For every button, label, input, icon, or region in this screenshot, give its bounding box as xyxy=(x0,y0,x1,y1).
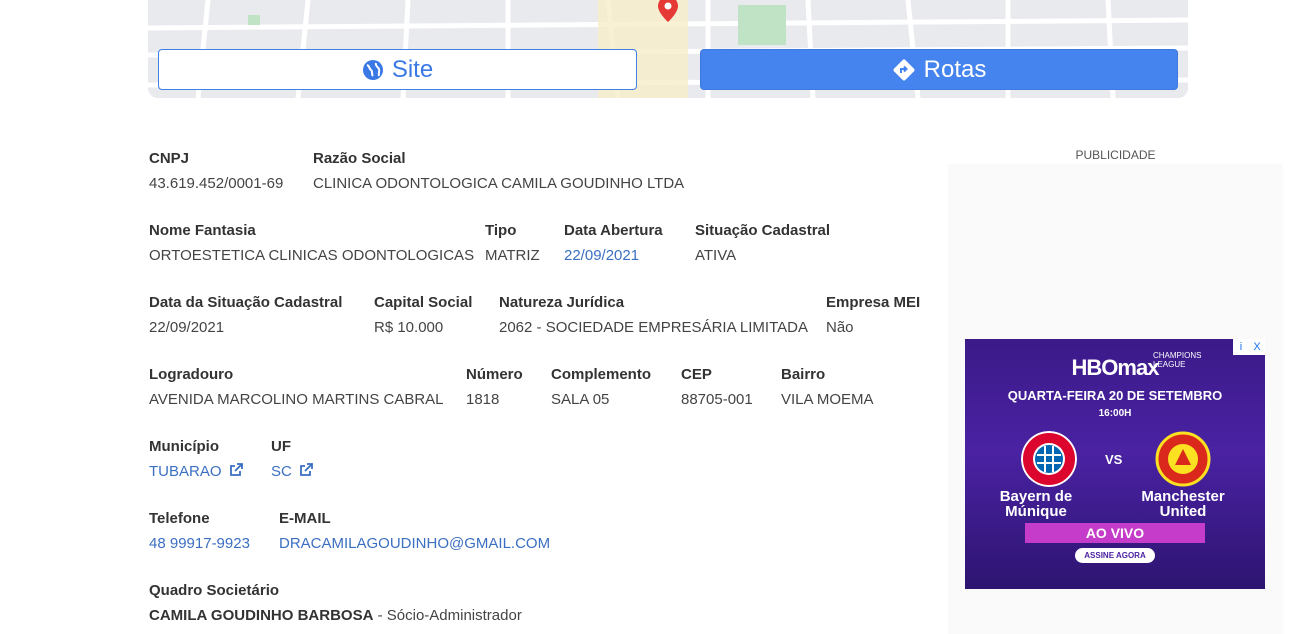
logradouro-field: Logradouro AVENIDA MARCOLINO MARTINS CAB… xyxy=(149,366,444,408)
email-link[interactable]: DRACAMILAGOUDINHO@GMAIL.COM xyxy=(279,535,550,552)
uf-value: SC xyxy=(271,463,292,480)
email-field: E-MAIL DRACAMILAGOUDINHO@GMAIL.COM xyxy=(279,510,550,552)
data-situacao-value: 22/09/2021 xyxy=(149,319,225,336)
capital-social-label: Capital Social xyxy=(374,294,473,311)
nome-fantasia-field: Nome Fantasia ORTOESTETICA CLINICAS ODON… xyxy=(149,222,474,264)
socio-entry: CAMILA GOUDINHO BARBOSA - Sócio-Administ… xyxy=(149,607,522,624)
natureza-juridica-label: Natureza Jurídica xyxy=(499,294,625,311)
uf-field: UF SC xyxy=(271,438,313,480)
razao-social-value: CLINICA ODONTOLOGICA CAMILA GOUDINHO LTD… xyxy=(313,175,685,192)
tipo-field: Tipo MATRIZ xyxy=(485,222,540,264)
empresa-mei-label: Empresa MEI xyxy=(826,294,921,311)
rotas-button-label: Rotas xyxy=(923,55,987,83)
site-button-label: Site xyxy=(391,55,434,83)
directions-icon xyxy=(893,59,915,80)
numero-label: Número xyxy=(466,366,523,383)
bairro-value: VILA MOEMA xyxy=(781,391,874,408)
cep-label: CEP xyxy=(681,366,712,383)
complemento-label: Complemento xyxy=(551,366,652,383)
tipo-value: MATRIZ xyxy=(485,247,540,264)
socio-name: CAMILA GOUDINHO BARBOSA xyxy=(149,607,374,624)
champions-league-logo: CHAMPIONS LEAGUE xyxy=(1153,351,1202,369)
bairro-field: Bairro VILA MOEMA xyxy=(781,366,874,408)
natureza-juridica-field: Natureza Jurídica 2062 - SOCIEDADE EMPRE… xyxy=(499,294,808,336)
ad-close-icon[interactable]: X xyxy=(1249,339,1265,355)
tipo-label: Tipo xyxy=(485,222,517,239)
quadro-societario-field: Quadro Societário CAMILA GOUDINHO BARBOS… xyxy=(149,582,522,624)
capital-social-value: R$ 10.000 xyxy=(374,319,444,336)
nome-fantasia-value: ORTOESTETICA CLINICAS ODONTOLOGICAS xyxy=(149,247,475,264)
ad-banner[interactable]: i X HBOmax CHAMPIONS LEAGUE QUARTA-FEIRA… xyxy=(965,339,1265,589)
ad-choices[interactable]: i X xyxy=(1233,339,1265,355)
ad-team2: Manchester United xyxy=(1141,488,1225,520)
situacao-cadastral-label: Situação Cadastral xyxy=(695,222,831,239)
complemento-field: Complemento SALA 05 xyxy=(551,366,651,408)
cep-field: CEP 88705-001 xyxy=(681,366,753,408)
ad-team1: Bayern de Múnique xyxy=(999,488,1073,520)
ad-brand: HBOmax xyxy=(1071,355,1160,380)
ad-date: QUARTA-FEIRA 20 DE SETEMBRO xyxy=(1007,388,1223,403)
municipio-value: TUBARAO xyxy=(149,463,222,480)
data-abertura-label: Data Abertura xyxy=(564,222,663,239)
situacao-cadastral-value: ATIVA xyxy=(695,247,737,264)
municipio-label: Município xyxy=(149,438,219,455)
external-link-icon xyxy=(229,463,243,476)
numero-value: 1818 xyxy=(466,391,500,408)
data-situacao-field: Data da Situação Cadastral 22/09/2021 xyxy=(149,294,342,336)
telefone-field: Telefone 48 99917-9923 xyxy=(149,510,250,552)
nome-fantasia-label: Nome Fantasia xyxy=(149,222,256,239)
external-link-icon xyxy=(299,463,313,476)
municipio-link[interactable]: TUBARAO xyxy=(149,463,243,480)
quadro-societario-label: Quadro Societário xyxy=(149,582,280,599)
complemento-value: SALA 05 xyxy=(551,391,610,408)
cnpj-value: 43.619.452/0001-69 xyxy=(149,175,284,192)
site-button[interactable]: Site xyxy=(158,49,637,90)
cep-value: 88705-001 xyxy=(681,391,753,408)
data-situacao-label: Data da Situação Cadastral xyxy=(149,294,343,311)
logradouro-label: Logradouro xyxy=(149,366,234,383)
natureza-juridica-value: 2062 - SOCIEDADE EMPRESÁRIA LIMITADA xyxy=(499,319,808,336)
publicidade-label: PUBLICIDADE xyxy=(1075,148,1156,162)
data-abertura-link[interactable]: 22/09/2021 xyxy=(564,247,663,264)
telefone-link[interactable]: 48 99917-9923 xyxy=(149,535,250,552)
data-abertura-field: Data Abertura 22/09/2021 xyxy=(564,222,663,264)
globe-icon xyxy=(362,59,383,80)
numero-field: Número 1818 xyxy=(466,366,523,408)
bayern-crest-icon xyxy=(1021,431,1077,487)
capital-social-field: Capital Social R$ 10.000 xyxy=(374,294,472,336)
razao-social-label: Razão Social xyxy=(313,150,406,167)
rotas-button[interactable]: Rotas xyxy=(700,49,1178,90)
uf-link[interactable]: SC xyxy=(271,463,313,480)
ad-info-icon[interactable]: i xyxy=(1233,339,1249,355)
cnpj-field: CNPJ 43.619.452/0001-69 xyxy=(149,150,283,192)
logradouro-value: AVENIDA MARCOLINO MARTINS CABRAL xyxy=(149,391,444,408)
cnpj-label: CNPJ xyxy=(149,150,190,167)
situacao-cadastral-field: Situação Cadastral ATIVA xyxy=(695,222,830,264)
manchester-united-crest-icon xyxy=(1155,431,1211,487)
email-label: E-MAIL xyxy=(279,510,331,527)
empresa-mei-value: Não xyxy=(826,319,854,336)
bairro-label: Bairro xyxy=(781,366,826,383)
razao-social-field: Razão Social CLINICA ODONTOLOGICA CAMILA… xyxy=(313,150,684,192)
empresa-mei-field: Empresa MEI Não xyxy=(826,294,920,336)
ad-vs: VS xyxy=(1105,452,1123,467)
telefone-label: Telefone xyxy=(149,510,210,527)
ad-time: 16:00H xyxy=(1098,408,1132,419)
map-pin-icon[interactable] xyxy=(658,0,678,22)
ad-live-badge: AO VIVO xyxy=(1025,523,1205,543)
ad-subscribe-button[interactable]: ASSINE AGORA xyxy=(1075,548,1155,563)
socio-role: - Sócio-Administrador xyxy=(373,607,522,624)
uf-label: UF xyxy=(271,438,291,455)
municipio-field: Município TUBARAO xyxy=(149,438,243,480)
